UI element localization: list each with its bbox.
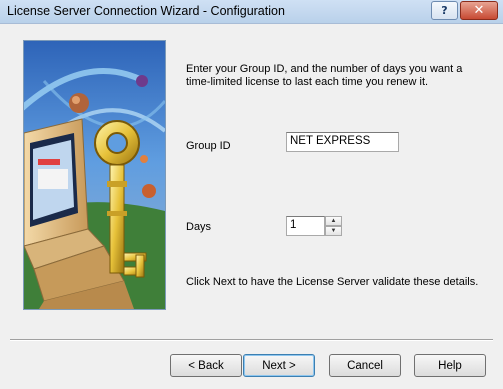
arrow-down-icon: ▼ xyxy=(330,228,337,234)
next-button[interactable]: Next > xyxy=(243,354,315,377)
group-id-input[interactable]: NET EXPRESS xyxy=(286,132,399,152)
intro-line-2: time-limited license to last each time y… xyxy=(186,76,429,88)
hint-text: Click Next to have the License Server va… xyxy=(186,276,479,288)
key-computer-image xyxy=(24,41,165,309)
help-button[interactable]: Help xyxy=(414,354,486,377)
title-help-button[interactable]: ? xyxy=(431,1,458,20)
close-icon: ✕ xyxy=(473,3,485,18)
back-button[interactable]: < Back xyxy=(170,354,242,377)
days-label: Days xyxy=(186,221,212,233)
arrow-up-icon: ▲ xyxy=(330,218,337,224)
close-button[interactable]: ✕ xyxy=(460,1,498,20)
days-decrement-button[interactable]: ▼ xyxy=(325,226,342,236)
days-input[interactable]: 1 xyxy=(286,216,325,236)
intro-text: Enter your Group ID, and the number of d… xyxy=(186,63,462,89)
title-bar[interactable]: License Server Connection Wizard - Confi… xyxy=(0,0,503,24)
days-increment-button[interactable]: ▲ xyxy=(325,216,342,226)
wizard-window: License Server Connection Wizard - Confi… xyxy=(0,0,503,389)
question-icon: ? xyxy=(441,4,448,17)
window-title: License Server Connection Wizard - Confi… xyxy=(7,4,285,18)
divider xyxy=(10,339,493,341)
group-id-label: Group ID xyxy=(186,140,231,152)
wizard-illustration xyxy=(23,40,166,310)
intro-line-1: Enter your Group ID, and the number of d… xyxy=(186,63,463,75)
cancel-button[interactable]: Cancel xyxy=(329,354,401,377)
